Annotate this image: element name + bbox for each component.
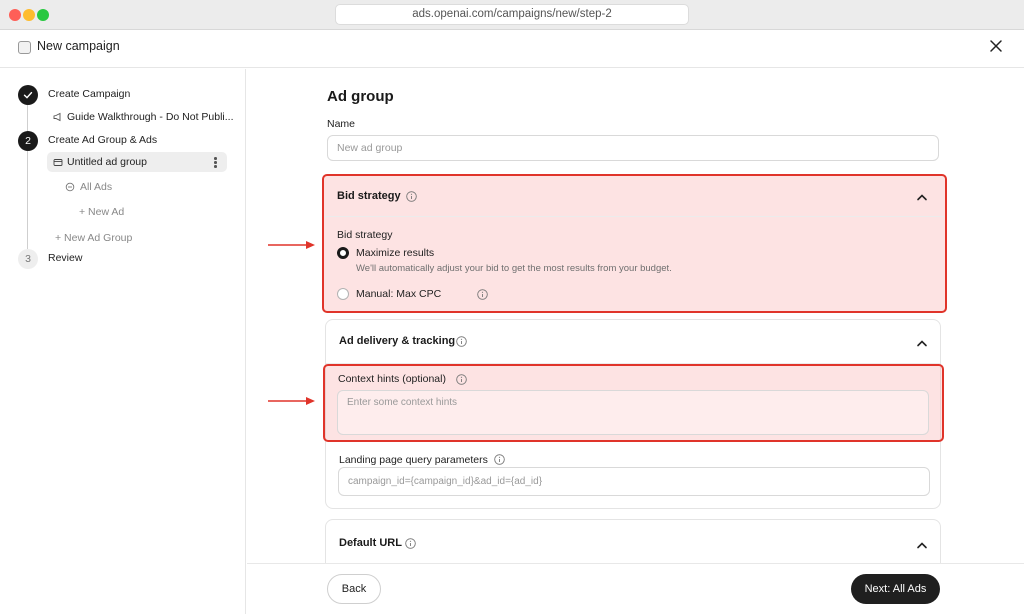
sidebar-item-all-ads[interactable]: All Ads [80,181,112,193]
ad-group-name-input[interactable] [327,135,939,161]
sidebar-item-ad-group-label: Untitled ad group [67,156,147,168]
info-icon[interactable] [477,289,488,300]
window-zoom-button[interactable] [37,9,49,21]
browser-toolbar: ads.openai.com/campaigns/new/step-2 [0,0,1024,30]
add-new-ad-group-link[interactable]: + New Ad Group [55,232,132,244]
ad-delivery-heading: Ad delivery & tracking [339,335,456,347]
manual-max-cpc-radio[interactable] [337,288,349,300]
modal-footer: Back Next: All Ads [247,563,1024,614]
info-icon[interactable] [456,374,467,385]
chevron-up-icon[interactable] [916,541,928,549]
annotation-arrow-icon [268,241,315,249]
chevron-up-icon[interactable] [916,339,928,347]
ads-icon [65,182,75,192]
bid-strategy-field-label: Bid strategy [337,229,393,241]
step-label-create-campaign[interactable]: Create Campaign [48,88,130,100]
close-icon[interactable] [988,38,1004,54]
bid-strategy-card: Bid strategy Bid strategy Maximize resul… [322,174,947,313]
step-label-create-ad-group[interactable]: Create Ad Group & Ads [48,134,157,146]
window-minimize-button[interactable] [23,9,35,21]
info-icon[interactable] [456,336,467,347]
step-number-badge: 3 [18,249,38,269]
query-params-label: Landing page query parameters [339,454,488,466]
card-divider [324,216,945,217]
add-new-ad-link[interactable]: + New Ad [79,206,124,218]
step-sidebar: Create Campaign Guide Walkthrough - Do N… [0,69,246,614]
maximize-results-radio[interactable] [337,247,349,259]
back-button[interactable]: Back [327,574,381,604]
bid-strategy-heading: Bid strategy [337,190,401,202]
context-hints-textarea[interactable] [337,390,929,435]
modal-title: New campaign [37,39,120,53]
context-hints-highlight: Context hints (optional) [323,364,944,442]
maximize-results-description: We'll automatically adjust your bid to g… [356,263,672,274]
folder-icon [53,159,63,166]
info-icon[interactable] [494,454,505,465]
step-label-review[interactable]: Review [48,252,82,264]
info-icon[interactable] [405,538,416,549]
step-number-badge: 2 [18,131,38,151]
default-url-heading: Default URL [339,537,402,549]
manual-max-cpc-label[interactable]: Manual: Max CPC [356,288,441,300]
name-label: Name [327,118,356,130]
step-connector [27,151,28,249]
page-title: Ad group [327,88,394,105]
megaphone-icon [18,41,31,54]
default-url-card: Default URL [325,519,941,564]
main-content: Ad group Name Bid strategy Bid strategy … [247,69,1024,564]
info-icon[interactable] [406,191,417,202]
check-icon [23,91,33,99]
modal-header: New campaign [0,30,1024,68]
chevron-up-icon[interactable] [916,193,928,201]
more-options-icon[interactable] [214,157,218,169]
address-bar[interactable]: ads.openai.com/campaigns/new/step-2 [335,4,689,25]
megaphone-icon [53,112,61,122]
context-hints-label: Context hints (optional) [338,373,446,385]
step-complete-badge [18,85,38,105]
sidebar-item-campaign[interactable]: Guide Walkthrough - Do Not Publi... [67,111,234,123]
annotation-arrow-icon [268,397,315,405]
next-all-ads-button[interactable]: Next: All Ads [851,574,940,604]
window-close-button[interactable] [9,9,21,21]
maximize-results-label[interactable]: Maximize results [356,247,434,259]
query-params-input[interactable] [338,467,930,496]
